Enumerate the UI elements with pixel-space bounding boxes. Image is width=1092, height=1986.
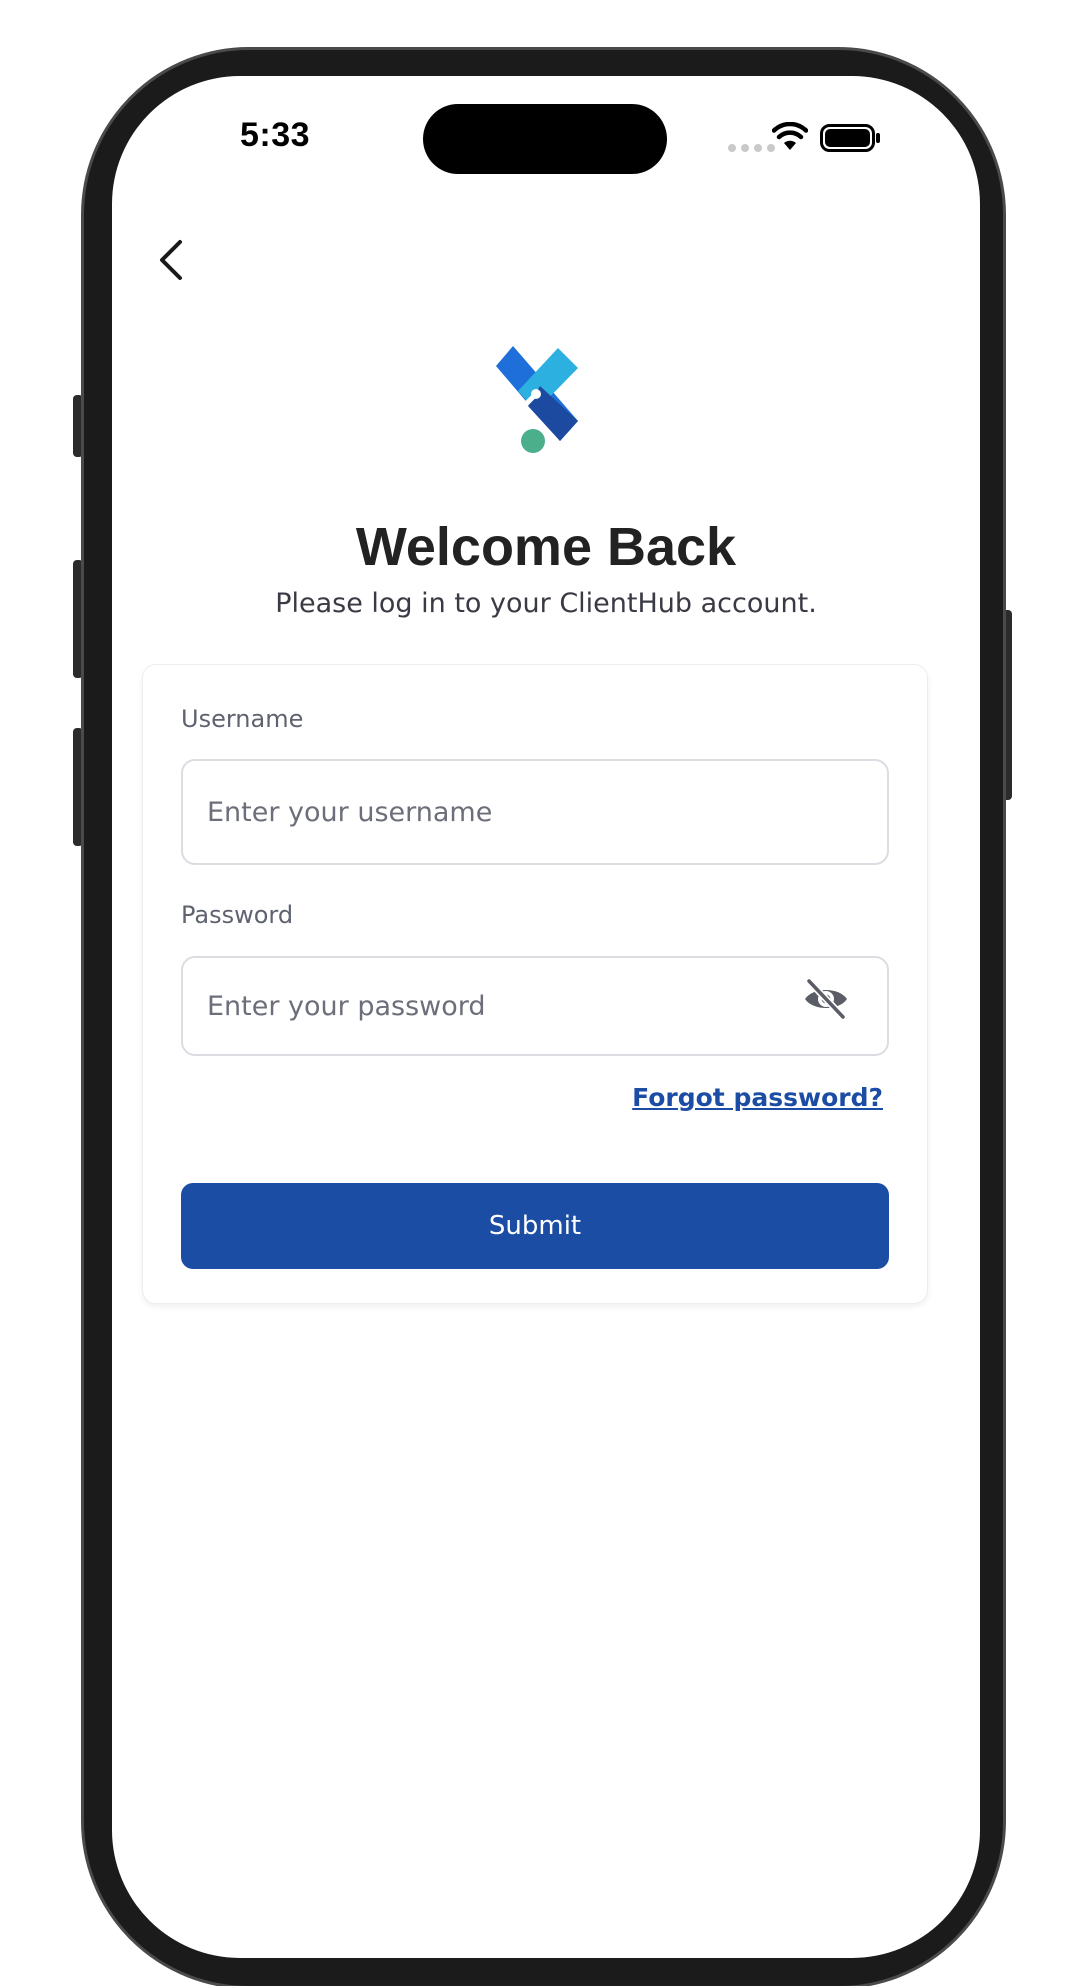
wifi-icon — [772, 122, 808, 150]
password-input[interactable] — [181, 956, 889, 1056]
page-title: Welcome Back — [355, 517, 737, 577]
eye-slash-icon — [805, 977, 847, 1021]
clienthub-logo-icon — [496, 346, 578, 453]
page-subtitle: Please log in to your ClientHub account. — [275, 588, 817, 619]
password-label: Password — [181, 901, 294, 929]
phone-screen: 5:33 Welcome Back Please log in to your … — [112, 76, 980, 1958]
username-input[interactable] — [181, 759, 889, 865]
chevron-left-icon — [160, 240, 182, 280]
submit-button[interactable]: Submit — [181, 1183, 889, 1269]
password-visibility-toggle[interactable] — [801, 977, 851, 1021]
username-label: Username — [181, 705, 304, 733]
cellular-signal-icon — [728, 144, 775, 152]
battery-icon — [820, 124, 880, 152]
dynamic-island — [423, 104, 667, 174]
forgot-password-link[interactable]: Forgot password? — [632, 1083, 883, 1112]
status-time: 5:33 — [240, 116, 311, 154]
login-card: Username Password Forgot password? Submi… — [142, 664, 928, 1304]
back-button[interactable] — [148, 230, 198, 290]
